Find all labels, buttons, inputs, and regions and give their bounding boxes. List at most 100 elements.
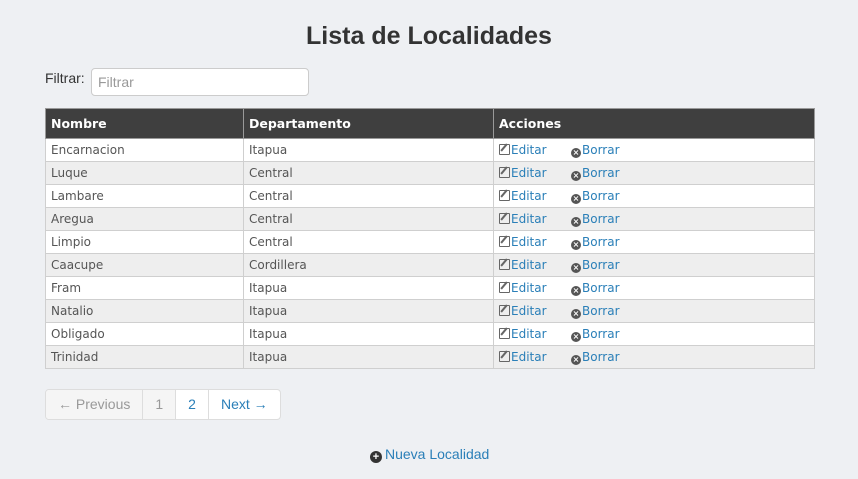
cell-departamento: Itapua [243, 299, 494, 323]
edit-icon [499, 212, 510, 224]
delete-link[interactable]: × Borrar [571, 280, 620, 296]
delete-link[interactable]: × Borrar [571, 326, 620, 342]
edit-label: Editar [511, 234, 547, 249]
delete-link[interactable]: × Borrar [571, 234, 620, 250]
edit-link[interactable]: Editar [499, 235, 571, 249]
delete-circle-icon: × [571, 147, 581, 158]
cell-departamento: Central [243, 161, 494, 185]
cell-acciones: Editar × Borrar [493, 161, 815, 185]
cell-departamento: Itapua [243, 322, 494, 346]
edit-label: Editar [511, 303, 547, 318]
edit-label: Editar [511, 188, 547, 203]
cell-departamento: Itapua [243, 138, 494, 162]
next-page-button[interactable]: Next → [207, 390, 280, 419]
delete-label: Borrar [582, 326, 620, 341]
delete-link[interactable]: × Borrar [571, 211, 620, 227]
cell-acciones: Editar × Borrar [493, 184, 815, 208]
new-localidad-link[interactable]: + Nueva Localidad [370, 446, 489, 463]
page-title: Lista de Localidades [306, 22, 552, 50]
delete-label: Borrar [582, 257, 620, 272]
edit-link[interactable]: Editar [499, 143, 571, 157]
cell-departamento: Central [243, 230, 494, 254]
previous-page-button[interactable]: ← Previous [46, 390, 143, 419]
delete-circle-icon: × [571, 239, 581, 250]
edit-link[interactable]: Editar [499, 258, 571, 272]
column-header-acciones: Acciones [493, 108, 815, 139]
delete-circle-icon: × [571, 262, 581, 273]
delete-label: Borrar [582, 280, 620, 295]
cell-nombre: Trinidad [45, 345, 244, 369]
edit-label: Editar [511, 211, 547, 226]
delete-label: Borrar [582, 234, 620, 249]
table-row: Fram Itapua Editar × Borrar [45, 276, 815, 300]
cell-nombre: Fram [45, 276, 244, 300]
cell-acciones: Editar × Borrar [493, 207, 815, 231]
delete-label: Borrar [582, 349, 620, 364]
cell-acciones: Editar × Borrar [493, 138, 815, 162]
table-header-row: Nombre Departamento Acciones [45, 108, 815, 139]
edit-icon [499, 166, 510, 178]
edit-icon [499, 327, 510, 339]
delete-label: Borrar [582, 303, 620, 318]
column-header-nombre[interactable]: Nombre [45, 108, 244, 139]
edit-icon [499, 350, 510, 362]
cell-nombre: Encarnacion [45, 138, 244, 162]
delete-link[interactable]: × Borrar [571, 142, 620, 158]
edit-link[interactable]: Editar [499, 281, 571, 295]
filter-label: Filtrar: [45, 70, 85, 86]
table-row: Encarnacion Itapua Editar × Borrar [45, 138, 815, 162]
cell-departamento: Central [243, 184, 494, 208]
cell-nombre: Lambare [45, 184, 244, 208]
table-row: Obligado Itapua Editar × Borrar [45, 322, 815, 346]
edit-link[interactable]: Editar [499, 327, 571, 341]
delete-link[interactable]: × Borrar [571, 303, 620, 319]
cell-nombre: Limpio [45, 230, 244, 254]
cell-departamento: Itapua [243, 276, 494, 300]
cell-acciones: Editar × Borrar [493, 253, 815, 277]
cell-departamento: Itapua [243, 345, 494, 369]
delete-circle-icon: × [571, 193, 581, 204]
edit-link[interactable]: Editar [499, 212, 571, 226]
edit-link[interactable]: Editar [499, 350, 571, 364]
delete-link[interactable]: × Borrar [571, 349, 620, 365]
table-row: Caacupe Cordillera Editar × Borrar [45, 253, 815, 277]
delete-circle-icon: × [571, 285, 581, 296]
delete-circle-icon: × [571, 331, 581, 342]
cell-nombre: Aregua [45, 207, 244, 231]
column-header-departamento[interactable]: Departamento [243, 108, 494, 139]
edit-label: Editar [511, 280, 547, 295]
plus-circle-icon: + [370, 451, 382, 463]
cell-nombre: Natalio [45, 299, 244, 323]
table-row: Limpio Central Editar × Borrar [45, 230, 815, 254]
localidades-table: Nombre Departamento Acciones Encarnacion… [45, 108, 815, 369]
cell-departamento: Cordillera [243, 253, 494, 277]
delete-link[interactable]: × Borrar [571, 165, 620, 181]
delete-label: Borrar [582, 142, 620, 157]
edit-label: Editar [511, 349, 547, 364]
edit-icon [499, 281, 510, 293]
pagination: ← Previous 1 2 Next → [45, 389, 281, 420]
edit-link[interactable]: Editar [499, 166, 571, 180]
cell-nombre: Luque [45, 161, 244, 185]
edit-label: Editar [511, 142, 547, 157]
edit-icon [499, 304, 510, 316]
delete-circle-icon: × [571, 216, 581, 227]
cell-nombre: Obligado [45, 322, 244, 346]
delete-label: Borrar [582, 165, 620, 180]
edit-label: Editar [511, 257, 547, 272]
cell-acciones: Editar × Borrar [493, 345, 815, 369]
page-1-button[interactable]: 1 [142, 390, 176, 419]
cell-departamento: Central [243, 207, 494, 231]
delete-link[interactable]: × Borrar [571, 257, 620, 273]
delete-label: Borrar [582, 188, 620, 203]
delete-link[interactable]: × Borrar [571, 188, 620, 204]
edit-icon [499, 258, 510, 270]
table-row: Aregua Central Editar × Borrar [45, 207, 815, 231]
filter-input[interactable] [91, 68, 309, 96]
edit-link[interactable]: Editar [499, 189, 571, 203]
delete-circle-icon: × [571, 170, 581, 181]
edit-link[interactable]: Editar [499, 304, 571, 318]
delete-label: Borrar [582, 211, 620, 226]
table-row: Luque Central Editar × Borrar [45, 161, 815, 185]
page-2-button[interactable]: 2 [175, 390, 208, 419]
